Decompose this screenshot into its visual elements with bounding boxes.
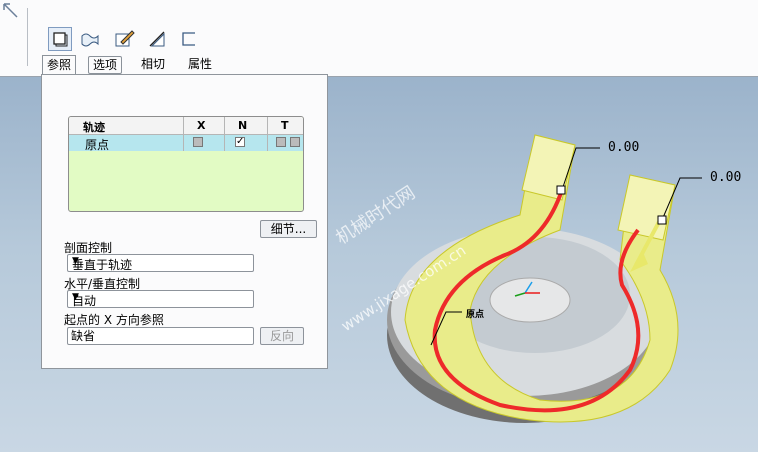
details-button[interactable]: 细节... (260, 220, 317, 238)
chevron-down-icon: ▼ (72, 292, 79, 302)
header-n: N (238, 119, 248, 132)
references-panel: 轨迹 X N T 原点 ✓ 细节... 剖面控制 垂直于轨迹 ▼ 水平/垂直控制… (41, 74, 328, 369)
dashboard: 参照 选项 相切 属性 (0, 0, 758, 77)
x-checkbox[interactable] (193, 137, 203, 147)
divider (183, 117, 184, 151)
tab-options[interactable]: 选项 (88, 56, 123, 74)
trajectory-name: 原点 (85, 138, 110, 152)
x-direction-label: 起点的 X 方向参照 (64, 313, 164, 327)
tab-tangency[interactable]: 相切 (137, 55, 169, 73)
x-direction-field[interactable]: 缺省 (67, 327, 254, 345)
trajectory-table: 轨迹 X N T 原点 ✓ (68, 116, 304, 212)
sketch-icon[interactable] (113, 27, 137, 51)
origin-label: 原点 (466, 310, 485, 320)
thin-icon[interactable] (145, 27, 169, 51)
tab-references[interactable]: 参照 (42, 55, 77, 74)
expand-arrow-icon[interactable] (2, 2, 20, 20)
dimension-right[interactable]: 0.00 (710, 170, 741, 185)
flip-button[interactable]: 反向 (260, 327, 304, 345)
separator (27, 8, 28, 66)
chevron-down-icon: ▼ (72, 256, 79, 266)
t-checkbox[interactable] (276, 137, 286, 147)
header-trajectory: 轨迹 (83, 121, 105, 134)
divider (267, 117, 268, 151)
divider (224, 117, 225, 151)
surface-icon[interactable] (78, 27, 102, 51)
remove-material-icon[interactable] (177, 27, 201, 51)
solid-icon[interactable] (48, 27, 72, 51)
model-view[interactable] (330, 80, 758, 452)
n-checkbox[interactable]: ✓ (235, 137, 245, 147)
header-x: X (197, 119, 206, 132)
tab-properties[interactable]: 属性 (184, 55, 216, 73)
section-control-select[interactable]: 垂直于轨迹 ▼ (67, 254, 254, 272)
t-checkbox-2[interactable] (290, 137, 300, 147)
dimension-left[interactable]: 0.00 (608, 140, 639, 155)
header-t: T (281, 119, 289, 132)
hv-control-select[interactable]: 自动 ▼ (67, 290, 254, 308)
